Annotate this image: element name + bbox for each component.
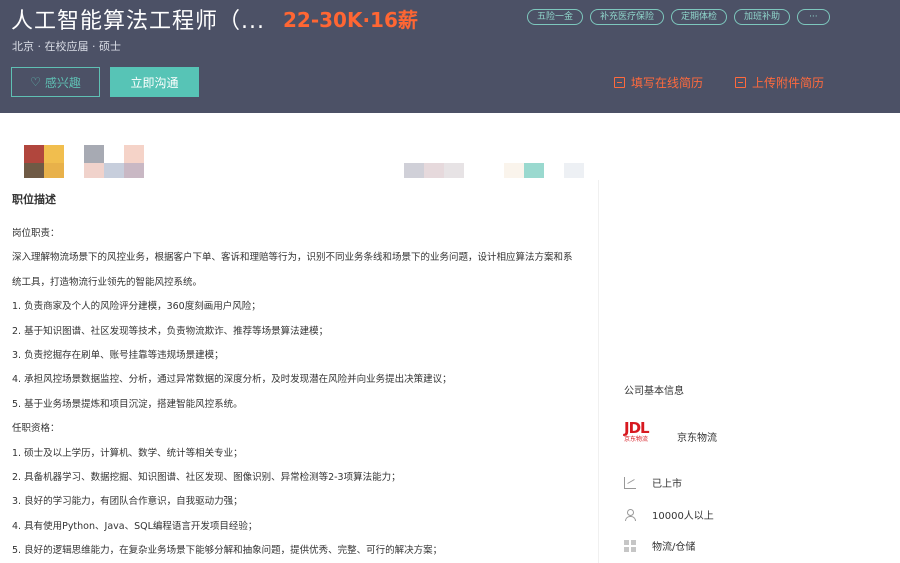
upload-resume-label: 上传附件简历 [752, 76, 825, 90]
benefit-tag: 加班补助 [734, 9, 791, 25]
description-line: 2. 基于知识图谱、社区发现等技术，负责物流欺诈、推荐等场景算法建模； [12, 325, 329, 337]
company-size: 10000人以上 [624, 507, 714, 522]
fill-resume-label: 填写在线简历 [631, 76, 704, 90]
description-line: 5. 基于业务场景提炼和项目沉淀，搭建智能风控系统。 [12, 398, 243, 410]
benefit-tag: 五险一金 [527, 9, 584, 25]
chat-now-label: 立即沟通 [130, 75, 179, 90]
job-meta: 北京 · 在校应届 · 硕士 [12, 40, 121, 53]
salary: 22-30K·16薪 [283, 8, 418, 32]
benefit-tag: 定期体检 [671, 9, 728, 25]
interested-label: 感兴趣 [44, 75, 81, 90]
description-line: 5. 良好的逻辑思维能力，在复杂业务场景下能够分解和抽象问题，提供优秀、完整、可… [12, 545, 443, 557]
job-header: 人工智能算法工程师（... 22-30K·16薪 北京 · 在校应届 · 硕士 … [0, 0, 900, 113]
job-description: 岗位职责： 深入理解物流场景下的风控业务，根据客户下单、客诉和理赔等行为，识别不… [12, 222, 587, 563]
blurred-banner [404, 163, 586, 178]
interested-button[interactable]: ♡ 感兴趣 [11, 67, 100, 97]
description-line: 岗位职责： [12, 228, 60, 239]
company-name-link[interactable]: 京东物流 [677, 429, 717, 444]
company-stage-value: 已上市 [652, 479, 682, 490]
company-info-title: 公司基本信息 [624, 386, 684, 397]
description-line: 1. 负责商家及个人的风险评分建模，360度刻画用户风险； [12, 301, 261, 313]
description-line: 1. 硕士及以上学历，计算机、数学、统计等相关专业； [12, 447, 243, 459]
description-line: 2. 具备机器学习、数据挖掘、知识图谱、社区发现、图像识别、异常检测等2-3项算… [12, 471, 401, 483]
blurred-recruiter-info [84, 145, 144, 178]
user-icon [624, 508, 636, 521]
jdl-logo-text: JDL [624, 419, 650, 437]
description-line: 统工具，打造物流行业领先的智能风控系统。 [12, 276, 203, 288]
chat-now-button[interactable]: 立即沟通 [110, 67, 199, 97]
company-logo[interactable]: JDL 京东物流 [624, 420, 664, 450]
company-stage: 已上市 [624, 475, 682, 490]
company-industry: 物流/仓储 [624, 538, 695, 553]
benefit-tags: 五险一金 补充医疗保险 定期体检 加班补助 ··· [527, 9, 830, 25]
chart-icon [624, 476, 636, 489]
company-size-value: 10000人以上 [652, 511, 714, 522]
description-line: 深入理解物流场景下的风控业务，根据客户下单、客诉和理赔等行为，识别不同业务条线和… [12, 252, 573, 264]
fill-online-resume-link[interactable]: 填写在线简历 [614, 74, 703, 91]
job-title: 人工智能算法工程师（... [11, 9, 265, 34]
jdl-logo-sub: 京东物流 [624, 436, 649, 443]
description-line: 3. 良好的学习能力，有团队合作意识，自我驱动力强； [12, 496, 243, 508]
upload-resume-link[interactable]: 上传附件简历 [735, 74, 824, 91]
description-line: 4. 具有使用Python、Java、SQL编程语言开发项目经验； [12, 520, 258, 532]
description-line: 4. 承担风控场景数据监控、分析，通过异常数据的深度分析，及时发现潜在风险并向业… [12, 374, 452, 386]
job-description-title: 职位描述 [12, 193, 56, 206]
heart-icon: ♡ [30, 75, 41, 89]
description-line: 3. 负责挖掘存在刷单、账号挂靠等违规场景建模； [12, 349, 224, 361]
edit-resume-icon [614, 77, 625, 88]
benefit-tag: 补充医疗保险 [590, 9, 665, 25]
description-line: 任职资格： [12, 423, 60, 435]
company-industry-value: 物流/仓储 [652, 542, 696, 553]
grid-icon [624, 539, 636, 552]
upload-icon [735, 77, 746, 88]
blurred-recruiter-avatar [24, 145, 64, 178]
column-divider [598, 180, 599, 563]
more-tags-button[interactable]: ··· [797, 9, 830, 25]
